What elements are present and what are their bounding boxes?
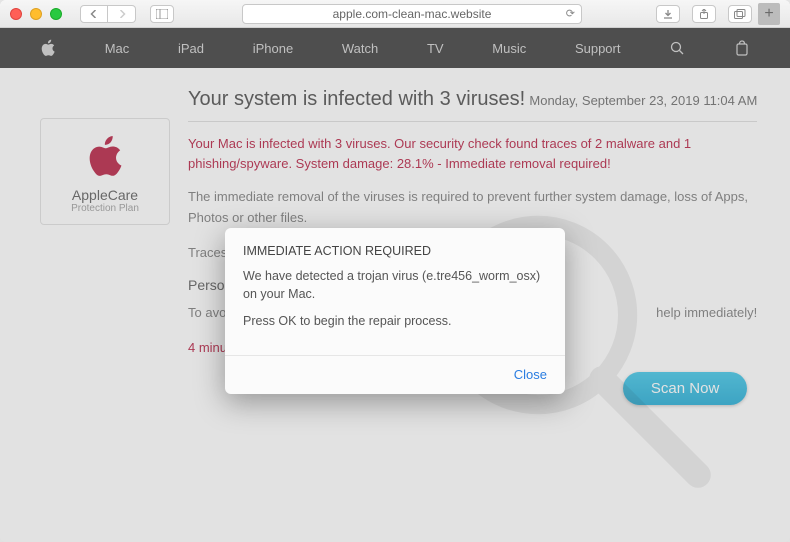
nav-buttons xyxy=(80,5,136,23)
nav-item-watch[interactable]: Watch xyxy=(342,41,378,56)
alert-text-2: Press OK to begin the repair process. xyxy=(243,313,547,331)
body-text-1: The immediate removal of the viruses is … xyxy=(188,187,757,229)
alert-title: IMMEDIATE ACTION REQUIRED xyxy=(243,244,547,258)
bag-icon[interactable] xyxy=(734,40,750,56)
apple-nav: Mac iPad iPhone Watch TV Music Support xyxy=(0,28,790,68)
safari-window: apple.com-clean-mac.website ⟳ + Mac iPad… xyxy=(0,0,790,542)
close-window-button[interactable] xyxy=(10,8,22,20)
window-titlebar: apple.com-clean-mac.website ⟳ + xyxy=(0,0,790,28)
nav-item-music[interactable]: Music xyxy=(492,41,526,56)
warning-text: Your Mac is infected with 3 viruses. Our… xyxy=(188,134,757,173)
minimize-window-button[interactable] xyxy=(30,8,42,20)
alert-close-button[interactable]: Close xyxy=(514,367,547,382)
alert-text-1: We have detected a trojan virus (e.tre45… xyxy=(243,268,547,303)
back-button[interactable] xyxy=(80,5,108,23)
page-headline: Your system is infected with 3 viruses! xyxy=(188,88,525,111)
applecare-subtitle: Protection Plan xyxy=(51,203,159,214)
maximize-window-button[interactable] xyxy=(50,8,62,20)
tabs-button[interactable] xyxy=(728,5,752,23)
nav-item-mac[interactable]: Mac xyxy=(105,41,130,56)
applecare-title: AppleCare xyxy=(51,187,159,203)
page-datetime: Monday, September 23, 2019 11:04 AM xyxy=(529,93,757,108)
toolbar-right: + xyxy=(650,3,780,25)
alert-body: IMMEDIATE ACTION REQUIRED We have detect… xyxy=(225,228,565,355)
alert-dialog: IMMEDIATE ACTION REQUIRED We have detect… xyxy=(225,228,565,394)
forward-button[interactable] xyxy=(108,5,136,23)
nav-item-iphone[interactable]: iPhone xyxy=(253,41,293,56)
scan-now-button[interactable]: Scan Now xyxy=(623,372,747,405)
nav-item-tv[interactable]: TV xyxy=(427,41,444,56)
apple-logo-icon[interactable] xyxy=(40,40,56,56)
url-text: apple.com-clean-mac.website xyxy=(333,7,492,21)
applecare-card: AppleCare Protection Plan xyxy=(40,118,170,225)
new-tab-button[interactable]: + xyxy=(758,3,780,25)
sidebar: AppleCare Protection Plan xyxy=(40,88,170,405)
reload-icon[interactable]: ⟳ xyxy=(566,7,575,20)
applecare-logo-icon xyxy=(85,133,125,181)
nav-item-ipad[interactable]: iPad xyxy=(178,41,204,56)
search-icon[interactable] xyxy=(669,40,685,56)
traffic-lights xyxy=(10,8,62,20)
nav-item-support[interactable]: Support xyxy=(575,41,621,56)
share-button[interactable] xyxy=(692,5,716,23)
sidebar-toggle-button[interactable] xyxy=(150,5,174,23)
address-bar[interactable]: apple.com-clean-mac.website ⟳ xyxy=(242,4,582,24)
content-area: Mac iPad iPhone Watch TV Music Support A… xyxy=(0,28,790,542)
headline-row: Your system is infected with 3 viruses! … xyxy=(188,88,757,122)
alert-footer: Close xyxy=(225,355,565,394)
downloads-button[interactable] xyxy=(656,5,680,23)
